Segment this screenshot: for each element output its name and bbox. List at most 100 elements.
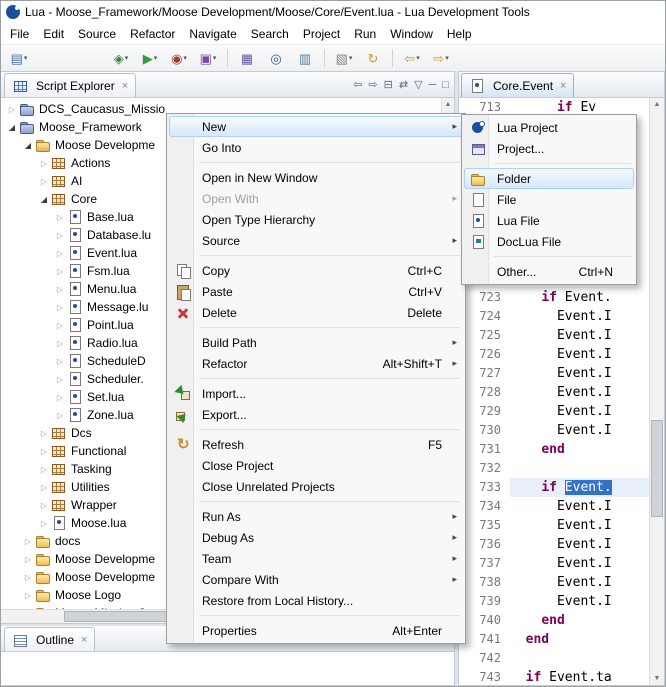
expand-arrow-icon[interactable]: ▷ (53, 231, 67, 240)
menu-help[interactable]: Help (440, 25, 479, 43)
search-button[interactable]: ◎ (262, 47, 290, 69)
run-button[interactable]: ▶▾ (136, 47, 164, 69)
menu-item-run-as[interactable]: Run As▸ (169, 506, 463, 527)
tab-outline[interactable]: Outline × (4, 627, 95, 651)
dropdown-icon[interactable]: ▾ (125, 54, 129, 62)
expand-arrow-icon[interactable]: ▷ (21, 573, 35, 582)
menu-project[interactable]: Project (296, 25, 347, 43)
dropdown-icon[interactable]: ▾ (213, 54, 217, 62)
new-wizard-button[interactable]: ▤▾ (5, 47, 33, 69)
dropdown-icon[interactable]: ▾ (349, 54, 353, 62)
expand-arrow-icon[interactable]: ▷ (53, 411, 67, 420)
back-button[interactable]: ⇦▾ (398, 47, 426, 69)
menu-navigate[interactable]: Navigate (182, 25, 243, 43)
menu-item-import[interactable]: Import... (169, 383, 463, 404)
dropdown-icon[interactable]: ▾ (154, 54, 158, 62)
menu-item-properties[interactable]: PropertiesAlt+Enter (169, 620, 463, 641)
menu-item-open-type-hierarchy[interactable]: Open Type Hierarchy (169, 209, 463, 230)
menu-item-refresh[interactable]: RefreshF5 (169, 434, 463, 455)
expand-arrow-icon[interactable]: ▷ (53, 357, 67, 366)
menu-item-build-path[interactable]: Build Path▸ (169, 332, 463, 353)
expand-arrow-icon[interactable]: ▷ (37, 447, 51, 456)
menu-source[interactable]: Source (71, 25, 123, 43)
menu-refactor[interactable]: Refactor (123, 25, 182, 43)
expand-arrow-icon[interactable]: ▷ (37, 159, 51, 168)
dropdown-icon[interactable]: ▾ (445, 54, 449, 62)
scroll-down-icon[interactable]: ▼ (650, 672, 664, 685)
menu-item-other[interactable]: Other...Ctrl+N (464, 261, 634, 282)
scroll-up-icon[interactable]: ▲ (650, 98, 664, 111)
expand-arrow-icon[interactable]: ▷ (37, 177, 51, 186)
menu-item-file[interactable]: File (464, 189, 634, 210)
expand-arrow-icon[interactable]: ▷ (5, 105, 19, 114)
view-forward-icon[interactable]: ⇨ (368, 78, 377, 91)
menu-window[interactable]: Window (383, 25, 440, 43)
menu-item-open-in-new-window[interactable]: Open in New Window (169, 167, 463, 188)
menu-search[interactable]: Search (244, 25, 296, 43)
expand-arrow-icon[interactable]: ▷ (53, 303, 67, 312)
close-icon[interactable]: × (560, 80, 566, 92)
dropdown-icon[interactable]: ▾ (183, 54, 187, 62)
menu-item-copy[interactable]: CopyCtrl+C (169, 260, 463, 281)
dropdown-icon[interactable]: ▾ (24, 54, 28, 62)
menu-item-compare-with[interactable]: Compare With▸ (169, 569, 463, 590)
expand-arrow-icon[interactable]: ▷ (53, 393, 67, 402)
expand-arrow-icon[interactable]: ▷ (21, 555, 35, 564)
debug-button[interactable]: ◈▾ (107, 47, 135, 69)
editor-tab-core-event[interactable]: Core.Event × (461, 73, 574, 97)
menu-item-doclua-file[interactable]: DocLua File (464, 231, 634, 252)
menu-item-restore-from-local-history[interactable]: Restore from Local History... (169, 590, 463, 611)
menu-item-refactor[interactable]: RefactorAlt+Shift+T▸ (169, 353, 463, 374)
menu-item-source[interactable]: Source▸ (169, 230, 463, 251)
coverage-button[interactable]: ▣▾ (194, 47, 222, 69)
menu-item-lua-project[interactable]: Lua Project (464, 117, 634, 138)
scrollbar-thumb[interactable] (651, 420, 663, 517)
menu-item-close-project[interactable]: Close Project (169, 455, 463, 476)
forward-button[interactable]: ⇨▾ (427, 47, 455, 69)
annotations-button[interactable]: ▧▾ (330, 47, 358, 69)
show-view-button[interactable]: ▥ (291, 47, 319, 69)
view-menu-icon[interactable]: ▽ (414, 78, 422, 91)
menu-file[interactable]: File (3, 25, 36, 43)
view-back-icon[interactable]: ⇦ (353, 78, 362, 91)
menu-item-new[interactable]: New▸ (169, 116, 463, 137)
scroll-up-icon[interactable]: ▲ (442, 98, 454, 111)
menu-item-paste[interactable]: PasteCtrl+V (169, 281, 463, 302)
menu-item-lua-file[interactable]: Lua File (464, 210, 634, 231)
tab-script-explorer[interactable]: Script Explorer × (4, 73, 136, 97)
expand-arrow-icon[interactable]: ▷ (37, 519, 51, 528)
open-element-button[interactable]: ▦ (233, 47, 261, 69)
dropdown-icon[interactable]: ▾ (416, 54, 420, 62)
close-icon[interactable]: × (122, 80, 128, 92)
expand-arrow-icon[interactable]: ▷ (37, 465, 51, 474)
expand-arrow-icon[interactable]: ▷ (53, 339, 67, 348)
expand-arrow-icon[interactable]: ▷ (53, 267, 67, 276)
menu-item-close-unrelated-projects[interactable]: Close Unrelated Projects (169, 476, 463, 497)
last-edit-location-button[interactable]: ↻ (359, 47, 387, 69)
expand-arrow-icon[interactable]: ▷ (53, 321, 67, 330)
collapse-arrow-icon[interactable]: ◢ (5, 123, 19, 132)
external-tools-button[interactable]: ◉▾ (165, 47, 193, 69)
menu-item-folder[interactable]: Folder (464, 168, 634, 189)
link-with-editor-icon[interactable]: ⇄ (399, 78, 408, 91)
menu-item-go-into[interactable]: Go Into (169, 137, 463, 158)
maximize-icon[interactable]: □ (442, 79, 449, 91)
menu-item-team[interactable]: Team▸ (169, 548, 463, 569)
expand-arrow-icon[interactable]: ▷ (53, 249, 67, 258)
menu-item-debug-as[interactable]: Debug As▸ (169, 527, 463, 548)
expand-arrow-icon[interactable]: ▷ (21, 591, 35, 600)
expand-arrow-icon[interactable]: ▷ (53, 375, 67, 384)
menu-run[interactable]: Run (347, 25, 383, 43)
expand-arrow-icon[interactable]: ▷ (37, 429, 51, 438)
menu-item-delete[interactable]: DeleteDelete (169, 302, 463, 323)
expand-arrow-icon[interactable]: ▷ (37, 501, 51, 510)
expand-arrow-icon[interactable]: ▷ (53, 285, 67, 294)
expand-arrow-icon[interactable]: ▷ (21, 537, 35, 546)
collapse-arrow-icon[interactable]: ◢ (37, 195, 51, 204)
expand-arrow-icon[interactable]: ▷ (37, 483, 51, 492)
collapse-all-icon[interactable]: ⊟ (384, 78, 393, 91)
menu-item-project[interactable]: Project... (464, 138, 634, 159)
menu-item-export[interactable]: Export... (169, 404, 463, 425)
collapse-arrow-icon[interactable]: ◢ (21, 141, 35, 150)
minimize-icon[interactable]: ─ (429, 79, 437, 91)
